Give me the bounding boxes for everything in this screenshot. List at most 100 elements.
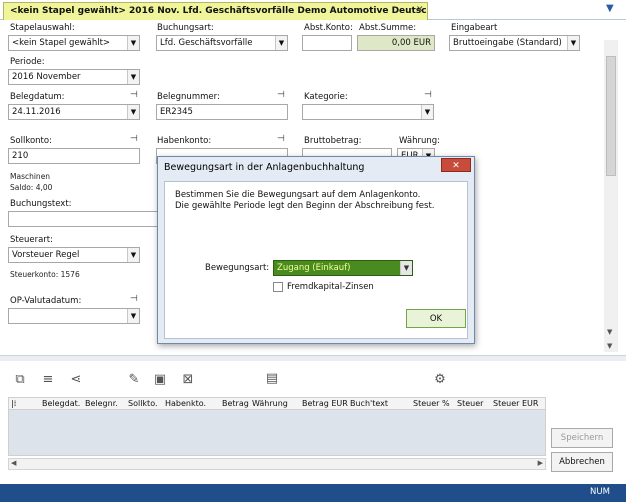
document-tab[interactable]: <kein Stapel gewählt> 2016 Nov. Lfd. Ges… bbox=[3, 2, 428, 20]
col-sollkonto[interactable]: Sollkto. bbox=[128, 399, 157, 408]
buchungstext-label: Buchungstext: bbox=[10, 199, 72, 209]
scroll-right-icon[interactable]: ▶ bbox=[538, 459, 543, 467]
abbrechen-button[interactable]: Abbrechen bbox=[551, 452, 613, 472]
steuerart-select[interactable]: Vorsteuer Regel ▼ bbox=[8, 247, 140, 263]
abst-summe-label: Abst.Summe: bbox=[359, 23, 417, 33]
scroll-down-icon[interactable]: ▼ bbox=[607, 328, 612, 336]
pin-icon[interactable]: ⊣ bbox=[130, 134, 138, 144]
dropdown-arrow-icon[interactable]: ▼ bbox=[400, 261, 412, 275]
op-valutadatum-input[interactable]: ▼ bbox=[8, 308, 140, 324]
belegdatum-value: 24.11.2016 bbox=[12, 107, 61, 117]
grid-header: |⁞ Belegdat. Belegnr. Sollkto. Habenkto.… bbox=[8, 397, 546, 410]
bewegungsart-dialog: Bewegungsart in der Anlagenbuchhaltung ✕… bbox=[157, 156, 475, 344]
steuerart-label: Steuerart: bbox=[10, 235, 53, 245]
status-bar bbox=[0, 484, 626, 502]
belegnummer-input[interactable]: ER2345 bbox=[156, 104, 288, 120]
kategorie-select[interactable]: ▼ bbox=[302, 104, 434, 120]
pin-icon[interactable]: ⊣ bbox=[130, 294, 138, 304]
periode-select[interactable]: 2016 November ▼ bbox=[8, 69, 140, 85]
col-belegdatum[interactable]: Belegdat. bbox=[42, 399, 80, 408]
share-icon[interactable]: ⋖ bbox=[68, 372, 84, 388]
col-belegnr[interactable]: Belegnr. bbox=[85, 399, 118, 408]
belegdatum-input[interactable]: 24.11.2016 ▼ bbox=[8, 104, 140, 120]
horizontal-scrollbar[interactable]: ◀ ▶ bbox=[8, 458, 546, 470]
panel-splitter[interactable] bbox=[0, 355, 626, 361]
bewegungsart-value: Zugang (Einkauf) bbox=[277, 263, 351, 273]
speichern-button[interactable]: Speichern bbox=[551, 428, 613, 448]
fremdkapital-label: Fremdkapital-Zinsen bbox=[287, 282, 374, 292]
col-betrag[interactable]: Betrag bbox=[222, 399, 249, 408]
abst-konto-input[interactable] bbox=[302, 35, 352, 51]
col-steuer-prozent[interactable]: Steuer % bbox=[413, 399, 450, 408]
dropdown-arrow-icon[interactable]: ▼ bbox=[275, 36, 287, 50]
edit-icon[interactable]: ✎ bbox=[126, 372, 142, 388]
buchungstext-input[interactable] bbox=[8, 211, 168, 227]
belegnummer-label: Belegnummer: bbox=[157, 92, 220, 102]
kategorie-label: Kategorie: bbox=[304, 92, 348, 102]
dialog-close-icon[interactable]: ✕ bbox=[441, 158, 471, 172]
grid-handle-icon[interactable]: |⁞ bbox=[11, 399, 16, 408]
col-buchtext[interactable]: Buch'text bbox=[350, 399, 388, 408]
dialog-body: Bestimmen Sie die Bewegungsart auf dem A… bbox=[164, 181, 468, 339]
settings-window-icon[interactable]: ⚙ bbox=[432, 372, 448, 388]
steuerart-value: Vorsteuer Regel bbox=[12, 250, 80, 260]
stapelauswahl-value: <kein Stapel gewählt> bbox=[12, 38, 111, 48]
page-icon[interactable]: ▤ bbox=[264, 371, 280, 387]
scroll-left-icon[interactable]: ◀ bbox=[11, 459, 16, 467]
eingabeart-label: Eingabeart bbox=[451, 23, 498, 33]
steuerkonto-info: Steuerkonto: 1576 bbox=[10, 270, 80, 279]
chevron-down-icon[interactable]: ▼ bbox=[606, 3, 614, 14]
numbered-list-icon[interactable]: ≡ bbox=[40, 372, 56, 388]
ok-button[interactable]: OK bbox=[406, 309, 466, 328]
belegdatum-label: Belegdatum: bbox=[10, 92, 65, 102]
dropdown-arrow-icon[interactable]: ▼ bbox=[127, 70, 139, 84]
bewegungsart-label: Bewegungsart: bbox=[205, 263, 270, 273]
bewegungsart-select[interactable]: Zugang (Einkauf) ▼ bbox=[273, 260, 413, 276]
abst-konto-label: Abst.Konto: bbox=[304, 23, 353, 33]
abst-summe-value: 0,00 EUR bbox=[357, 35, 435, 51]
eingabeart-value: Bruttoeingabe (Standard) bbox=[453, 38, 562, 48]
pin-icon[interactable]: ⊣ bbox=[277, 134, 285, 144]
sollkonto-label: Sollkonto: bbox=[10, 136, 52, 146]
habenkonto-label: Habenkonto: bbox=[157, 136, 212, 146]
dialog-instruction-2: Die gewählte Periode legt den Beginn der… bbox=[175, 201, 435, 211]
col-habenkonto[interactable]: Habenkto. bbox=[165, 399, 206, 408]
num-lock-indicator: NUM bbox=[590, 487, 610, 497]
col-waehrung[interactable]: Währung bbox=[252, 399, 288, 408]
bruttobetrag-label: Bruttobetrag: bbox=[304, 136, 362, 146]
col-steuer[interactable]: Steuer bbox=[457, 399, 483, 408]
dialog-instruction-1: Bestimmen Sie die Bewegungsart auf dem A… bbox=[175, 190, 421, 200]
dropdown-arrow-icon[interactable]: ▼ bbox=[127, 36, 139, 50]
calendar-dropdown-icon[interactable]: ▼ bbox=[127, 105, 139, 119]
dialog-title: Bewegungsart in der Anlagenbuchhaltung bbox=[164, 162, 365, 173]
periode-value: 2016 November bbox=[12, 72, 81, 82]
col-betrag-eur[interactable]: Betrag EUR bbox=[302, 399, 348, 408]
pin-icon[interactable]: ⊣ bbox=[277, 90, 285, 100]
buchungsart-select[interactable]: Lfd. Geschäftsvorfälle ▼ bbox=[156, 35, 288, 51]
sollkonto-name: Maschinen bbox=[10, 172, 51, 181]
waehrung-label: Währung: bbox=[399, 136, 440, 146]
buchungsart-label: Buchungsart: bbox=[157, 23, 214, 33]
copy-icon[interactable]: ⧉ bbox=[12, 372, 28, 388]
booking-grid[interactable] bbox=[8, 410, 546, 456]
dropdown-arrow-icon[interactable]: ▼ bbox=[567, 36, 579, 50]
calendar-dropdown-icon[interactable]: ▼ bbox=[127, 309, 139, 323]
dropdown-arrow-icon[interactable]: ▼ bbox=[421, 105, 433, 119]
tab-close-icon[interactable]: ✕ bbox=[416, 5, 424, 15]
stapelauswahl-select[interactable]: <kein Stapel gewählt> ▼ bbox=[8, 35, 140, 51]
dropdown-arrow-icon[interactable]: ▼ bbox=[127, 248, 139, 262]
periode-label: Periode: bbox=[10, 57, 45, 67]
delete-document-icon[interactable]: ⊠ bbox=[180, 372, 196, 388]
scrollbar-thumb[interactable] bbox=[606, 56, 616, 176]
document-icon[interactable]: ▣ bbox=[152, 372, 168, 388]
buchungsart-value: Lfd. Geschäftsvorfälle bbox=[160, 38, 253, 48]
eingabeart-select[interactable]: Bruttoeingabe (Standard) ▼ bbox=[449, 35, 580, 51]
col-steuer-eur[interactable]: Steuer EUR bbox=[493, 399, 538, 408]
pin-icon[interactable]: ⊣ bbox=[130, 90, 138, 100]
fremdkapital-checkbox[interactable] bbox=[273, 282, 283, 292]
op-valutadatum-label: OP-Valutadatum: bbox=[10, 296, 82, 306]
sollkonto-input[interactable]: 210 bbox=[8, 148, 140, 164]
pin-icon[interactable]: ⊣ bbox=[424, 90, 432, 100]
sollkonto-saldo: Saldo: 4,00 bbox=[10, 183, 53, 192]
scroll-end-icon[interactable]: ▼ bbox=[607, 342, 612, 350]
